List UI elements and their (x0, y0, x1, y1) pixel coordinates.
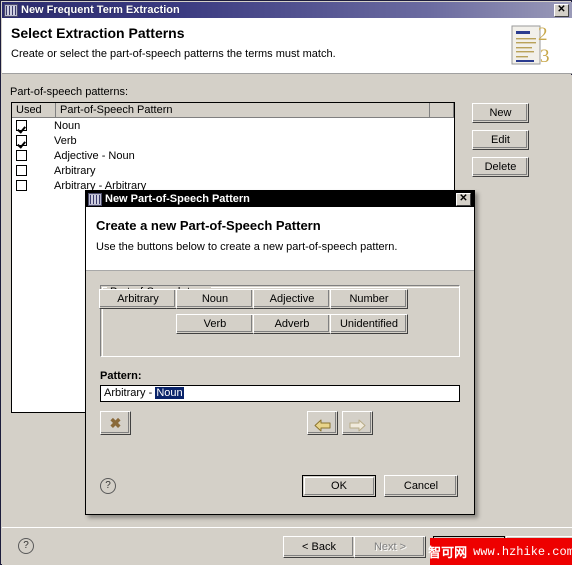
svg-text:2: 2 (538, 24, 548, 45)
watermark-url: www.hzhike.com (473, 544, 572, 559)
dialog-icon (88, 192, 102, 206)
pattern-input[interactable]: Arbitrary - Noun (100, 385, 460, 402)
edit-button[interactable]: Edit (472, 130, 529, 150)
tag-button-verb[interactable]: Verb (176, 314, 254, 334)
dialog-title: New Part-of-Speech Pattern (105, 193, 250, 205)
move-left-button[interactable] (307, 411, 338, 435)
table-row[interactable]: Noun (12, 118, 454, 133)
next-button: Next > (354, 536, 426, 558)
dialog-help-icon[interactable]: ? (100, 478, 116, 494)
pattern-label: Pattern: (100, 370, 142, 382)
tag-button-adverb[interactable]: Adverb (253, 314, 331, 334)
remove-tag-button[interactable]: ✖ (100, 411, 131, 435)
help-icon[interactable]: ? (18, 538, 34, 554)
row-pattern-label: Noun (54, 119, 81, 132)
dialog-titlebar: New Part-of-Speech Pattern ✕ (86, 191, 474, 207)
table-row[interactable]: Adjective - Noun (12, 148, 454, 163)
page-subtitle: Create or select the part-of-speech patt… (11, 48, 336, 60)
tag-button-adjective[interactable]: Adjective (253, 289, 331, 309)
row-used-checkbox[interactable] (16, 120, 27, 131)
wizard-banner-icon: 2 3 (511, 24, 550, 67)
dialog-body: Part-of-Speech tags Arbitrary Noun Adjec… (86, 272, 474, 514)
watermark-brand: 智可网 (428, 546, 468, 561)
close-icon[interactable]: ✕ (554, 3, 569, 17)
application-icon (4, 3, 18, 17)
row-pattern-label: Adjective - Noun (54, 149, 135, 162)
new-button[interactable]: New (472, 103, 529, 123)
close-x-icon: ✖ (109, 415, 122, 431)
row-used-checkbox[interactable] (16, 165, 27, 176)
dialog-header-subtitle: Use the buttons below to create a new pa… (96, 241, 398, 253)
tag-button-noun[interactable]: Noun (176, 289, 254, 309)
row-used-checkbox[interactable] (16, 135, 27, 146)
table-row[interactable]: Arbitrary (12, 163, 454, 178)
table-row[interactable]: Verb (12, 133, 454, 148)
watermark-banner: 智可网 www.hzhike.com (428, 538, 572, 565)
table-header-row: Used Part-of-Speech Pattern (12, 103, 454, 118)
row-pattern-label: Verb (54, 134, 77, 147)
move-right-button (342, 411, 373, 435)
new-pattern-dialog: New Part-of-Speech Pattern ✕ Create a ne… (85, 190, 475, 515)
row-used-checkbox[interactable] (16, 150, 27, 161)
dialog-cancel-button[interactable]: Cancel (384, 475, 458, 497)
wizard-titlebar: New Frequent Term Extraction ✕ (2, 2, 572, 18)
left-arrow-icon (314, 419, 331, 431)
wizard-header: Select Extraction Patterns Create or sel… (2, 18, 572, 74)
column-header-spacer (430, 103, 454, 117)
ok-button[interactable]: OK (302, 475, 376, 497)
wizard-title: New Frequent Term Extraction (21, 4, 180, 16)
tag-button-number[interactable]: Number (330, 289, 408, 309)
patterns-label: Part-of-speech patterns: (10, 86, 129, 98)
column-header-used[interactable]: Used (12, 103, 56, 117)
pattern-value-selected: Noun (155, 387, 184, 399)
page-title: Select Extraction Patterns (11, 25, 185, 41)
tag-button-arbitrary[interactable]: Arbitrary (99, 289, 177, 309)
dialog-close-icon[interactable]: ✕ (456, 192, 471, 206)
pattern-value-prefix: Arbitrary - (104, 387, 156, 399)
tag-button-unidentified[interactable]: Unidentified (330, 314, 408, 334)
svg-text:3: 3 (540, 46, 550, 67)
row-used-checkbox[interactable] (16, 180, 27, 191)
back-button[interactable]: < Back (283, 536, 355, 558)
column-header-pattern[interactable]: Part-of-Speech Pattern (56, 103, 430, 117)
delete-button[interactable]: Delete (472, 157, 529, 177)
row-pattern-label: Arbitrary (54, 164, 96, 177)
right-arrow-icon (349, 419, 366, 431)
dialog-header-title: Create a new Part-of-Speech Pattern (96, 218, 321, 233)
screenshot-root: New Frequent Term Extraction ✕ Select Ex… (0, 0, 572, 565)
dialog-header: Create a new Part-of-Speech Pattern Use … (86, 207, 474, 271)
